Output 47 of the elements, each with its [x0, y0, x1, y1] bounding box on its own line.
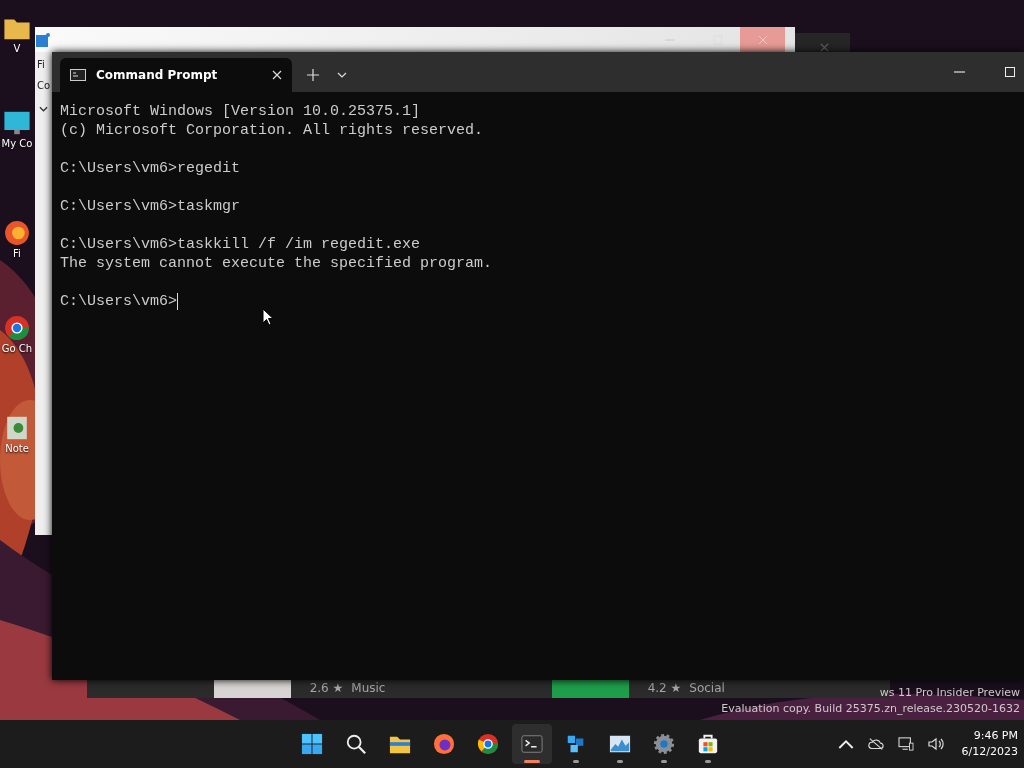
chart-icon	[609, 733, 631, 755]
tab-title: Command Prompt	[96, 68, 219, 82]
browser-icon	[433, 733, 455, 755]
chrome-icon[interactable]	[3, 314, 31, 342]
gear-icon	[653, 733, 675, 755]
desktop-icon-label: Fi	[12, 247, 22, 260]
rating: 2.6 ★	[309, 681, 344, 695]
close-button[interactable]	[740, 27, 785, 52]
terminal-icon	[70, 69, 86, 81]
speaker-icon[interactable]	[927, 737, 944, 751]
new-tab-icon[interactable]	[307, 69, 319, 81]
chevron-icon[interactable]	[39, 106, 48, 112]
desktop-icon-label: My Co	[0, 137, 34, 150]
shopping-bag-icon	[697, 733, 719, 755]
desktop-icon-label: V	[12, 42, 22, 55]
firefox-icon[interactable]	[3, 219, 31, 247]
watermark-text: Evaluation copy. Build 25375.zn_release.230520-1632	[721, 701, 1020, 717]
console-line: C:\Users\vm6>regedit	[60, 159, 241, 178]
console-line: Microsoft Windows [Version 10.0.25375.1]	[60, 102, 421, 121]
maximize-icon[interactable]	[1005, 67, 1015, 77]
cursor-icon	[262, 308, 274, 326]
console-line: C:\Users\vm6>	[60, 292, 178, 311]
clock-date[interactable]: 6/12/2023	[961, 744, 1018, 760]
desktop-icon-label: Note	[4, 442, 30, 455]
rating: 4.2 ★	[647, 681, 682, 695]
clock-time[interactable]: 9:46 PM	[973, 728, 1018, 744]
cloud-off-icon[interactable]	[867, 737, 884, 751]
watermark-text: ws 11 Pro Insider Preview	[879, 685, 1020, 701]
console-line: C:\Users\vm6>taskkill /f /im regedit.exe	[60, 235, 421, 254]
console-line: The system cannot execute the specified program.	[60, 254, 493, 273]
menu-item[interactable]: Co	[37, 79, 51, 92]
tab[interactable]: Command Prompt	[60, 58, 292, 92]
category-label: Music	[351, 681, 386, 695]
terminal-icon	[521, 733, 543, 755]
menu-item[interactable]: Fi	[37, 58, 45, 71]
desktop-icon-label: Go Ch	[0, 342, 34, 355]
console-line: C:\Users\vm6>taskmgr	[60, 197, 241, 216]
category-label: Social	[689, 681, 725, 695]
browser-icon	[477, 733, 499, 755]
console-line: (c) Microsoft Corporation. All rights reserved.	[60, 121, 484, 140]
dropdown-icon[interactable]	[337, 72, 347, 78]
search-icon	[345, 733, 367, 755]
app-icon	[36, 32, 50, 47]
close-icon	[757, 34, 768, 45]
windows-icon	[301, 733, 323, 755]
network-icon[interactable]	[897, 737, 914, 751]
monitor-icon[interactable]	[3, 109, 31, 137]
